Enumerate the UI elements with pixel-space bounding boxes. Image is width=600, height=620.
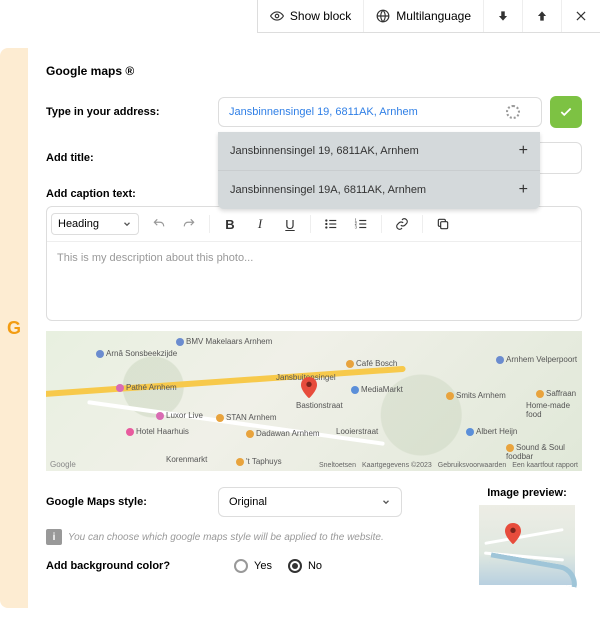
map-poi: Saffraan: [536, 389, 576, 398]
settings-panel: Google maps ® Type in your address: Jans…: [28, 48, 600, 608]
check-icon: [559, 105, 573, 119]
style-select[interactable]: Original: [218, 487, 402, 517]
close-icon: [574, 9, 588, 23]
bgcolor-yes-label: Yes: [254, 560, 272, 572]
preview-label: Image preview:: [472, 487, 582, 499]
bgcolor-no-label: No: [308, 560, 322, 572]
arrow-down-icon: [496, 9, 510, 23]
italic-button[interactable]: I: [246, 211, 274, 237]
map-poi: Dadawan Arnhem: [246, 429, 320, 438]
address-input[interactable]: Jansbinnensingel 19, 6811AK, Arnhem: [218, 97, 542, 127]
redo-button[interactable]: [175, 211, 203, 237]
arrow-up-icon: [535, 9, 549, 23]
ordered-list-button[interactable]: 123: [347, 211, 375, 237]
map-poi: Luxor Live: [156, 411, 203, 420]
map-poi: Smits Arnhem: [446, 391, 506, 400]
link-icon: [395, 217, 409, 231]
redo-icon: [182, 217, 196, 231]
bold-button[interactable]: B: [216, 211, 244, 237]
suggestion-text: Jansbinnensingel 19, 6811AK, Arnhem: [230, 145, 419, 157]
ordered-list-icon: 123: [354, 217, 368, 231]
style-select-value: Original: [229, 496, 267, 508]
map-poi: 't Taphuys: [236, 457, 282, 466]
move-down-button[interactable]: [483, 0, 522, 32]
globe-icon: [376, 9, 390, 23]
caption-label: Add caption text:: [46, 188, 218, 200]
add-suggestion-icon[interactable]: +: [519, 181, 528, 199]
heading-select[interactable]: Heading: [51, 213, 139, 235]
copy-icon: [436, 217, 450, 231]
undo-icon: [152, 217, 166, 231]
map-poi: Pathé Arnhem: [116, 383, 177, 392]
editor-toolbar: Heading B I U 123: [47, 207, 581, 242]
bullet-list-icon: [324, 217, 338, 231]
multilanguage-button[interactable]: Multilanguage: [363, 0, 483, 32]
move-up-button[interactable]: [522, 0, 561, 32]
map-preview[interactable]: BMV Makelaars Arnhem Arnâ Sonsbeekzijde Ca…: [46, 331, 582, 471]
rich-text-editor: Heading B I U 123 This is my description…: [46, 206, 582, 321]
map-poi: Arnâ Sonsbeekzijde: [96, 349, 177, 358]
show-block-button[interactable]: Show block: [258, 0, 363, 32]
info-icon: i: [46, 529, 62, 545]
bullet-list-button[interactable]: [317, 211, 345, 237]
radio-icon: [288, 559, 302, 573]
bgcolor-no-radio[interactable]: No: [288, 559, 322, 573]
undo-button[interactable]: [145, 211, 173, 237]
map-logo: Google: [50, 460, 76, 469]
link-button[interactable]: [388, 211, 416, 237]
add-suggestion-icon[interactable]: +: [519, 142, 528, 160]
map-attribution: SneltoetsenKaartgegevens ©2023Gebruiksvo…: [319, 462, 578, 469]
preview-pin-icon: [505, 523, 521, 549]
top-toolbar: Show block Multilanguage: [257, 0, 600, 33]
left-rail: G: [0, 48, 28, 608]
map-poi: Looierstraat: [336, 427, 378, 436]
map-poi: Korenmarkt: [166, 455, 207, 464]
map-pin-icon: [301, 377, 317, 403]
chevron-down-icon: [381, 497, 391, 507]
confirm-address-button[interactable]: [550, 96, 582, 128]
chevron-down-icon: [122, 219, 132, 229]
map-poi: MediaMarkt: [351, 385, 403, 394]
style-hint-text: You can choose which google maps style w…: [68, 532, 384, 543]
address-label: Type in your address:: [46, 106, 218, 118]
style-label: Google Maps style:: [46, 496, 218, 508]
map-poi: Arnhem Velperpoort: [496, 355, 577, 364]
show-block-label: Show block: [290, 9, 351, 23]
map-poi: Café Bosch: [346, 359, 397, 368]
title-label: Add title:: [46, 152, 218, 164]
close-button[interactable]: [561, 0, 600, 32]
map-poi: BMV Makelaars Arnhem: [176, 337, 272, 346]
image-preview: [479, 505, 575, 585]
heading-select-label: Heading: [58, 218, 99, 230]
bgcolor-yes-radio[interactable]: Yes: [234, 559, 272, 573]
editor-body[interactable]: This is my description about this photo.…: [47, 242, 581, 320]
suggestion-item[interactable]: Jansbinnensingel 19, 6811AK, Arnhem +: [218, 132, 540, 171]
map-poi: Home-made food: [526, 401, 582, 419]
multilanguage-label: Multilanguage: [396, 9, 471, 23]
style-hint: i You can choose which google maps style…: [46, 529, 452, 545]
google-g-icon: G: [7, 318, 21, 339]
bgcolor-label: Add background color?: [46, 560, 218, 572]
suggestion-item[interactable]: Jansbinnensingel 19A, 6811AK, Arnhem +: [218, 171, 540, 209]
map-poi: Albert Heijn: [466, 427, 517, 436]
address-suggestions-dropdown: Jansbinnensingel 19, 6811AK, Arnhem + Ja…: [218, 132, 540, 209]
suggestion-text: Jansbinnensingel 19A, 6811AK, Arnhem: [230, 184, 426, 196]
underline-button[interactable]: U: [276, 211, 304, 237]
map-poi: STAN Arnhem: [216, 413, 277, 422]
copy-button[interactable]: [429, 211, 457, 237]
eye-icon: [270, 9, 284, 23]
map-poi: Sound & Soul foodbar: [506, 443, 582, 461]
radio-icon: [234, 559, 248, 573]
block-title: Google maps ®: [46, 64, 582, 78]
map-poi: Hotel Haarhuis: [126, 427, 189, 436]
loading-spinner-icon: [506, 105, 520, 119]
svg-text:3: 3: [355, 225, 358, 230]
